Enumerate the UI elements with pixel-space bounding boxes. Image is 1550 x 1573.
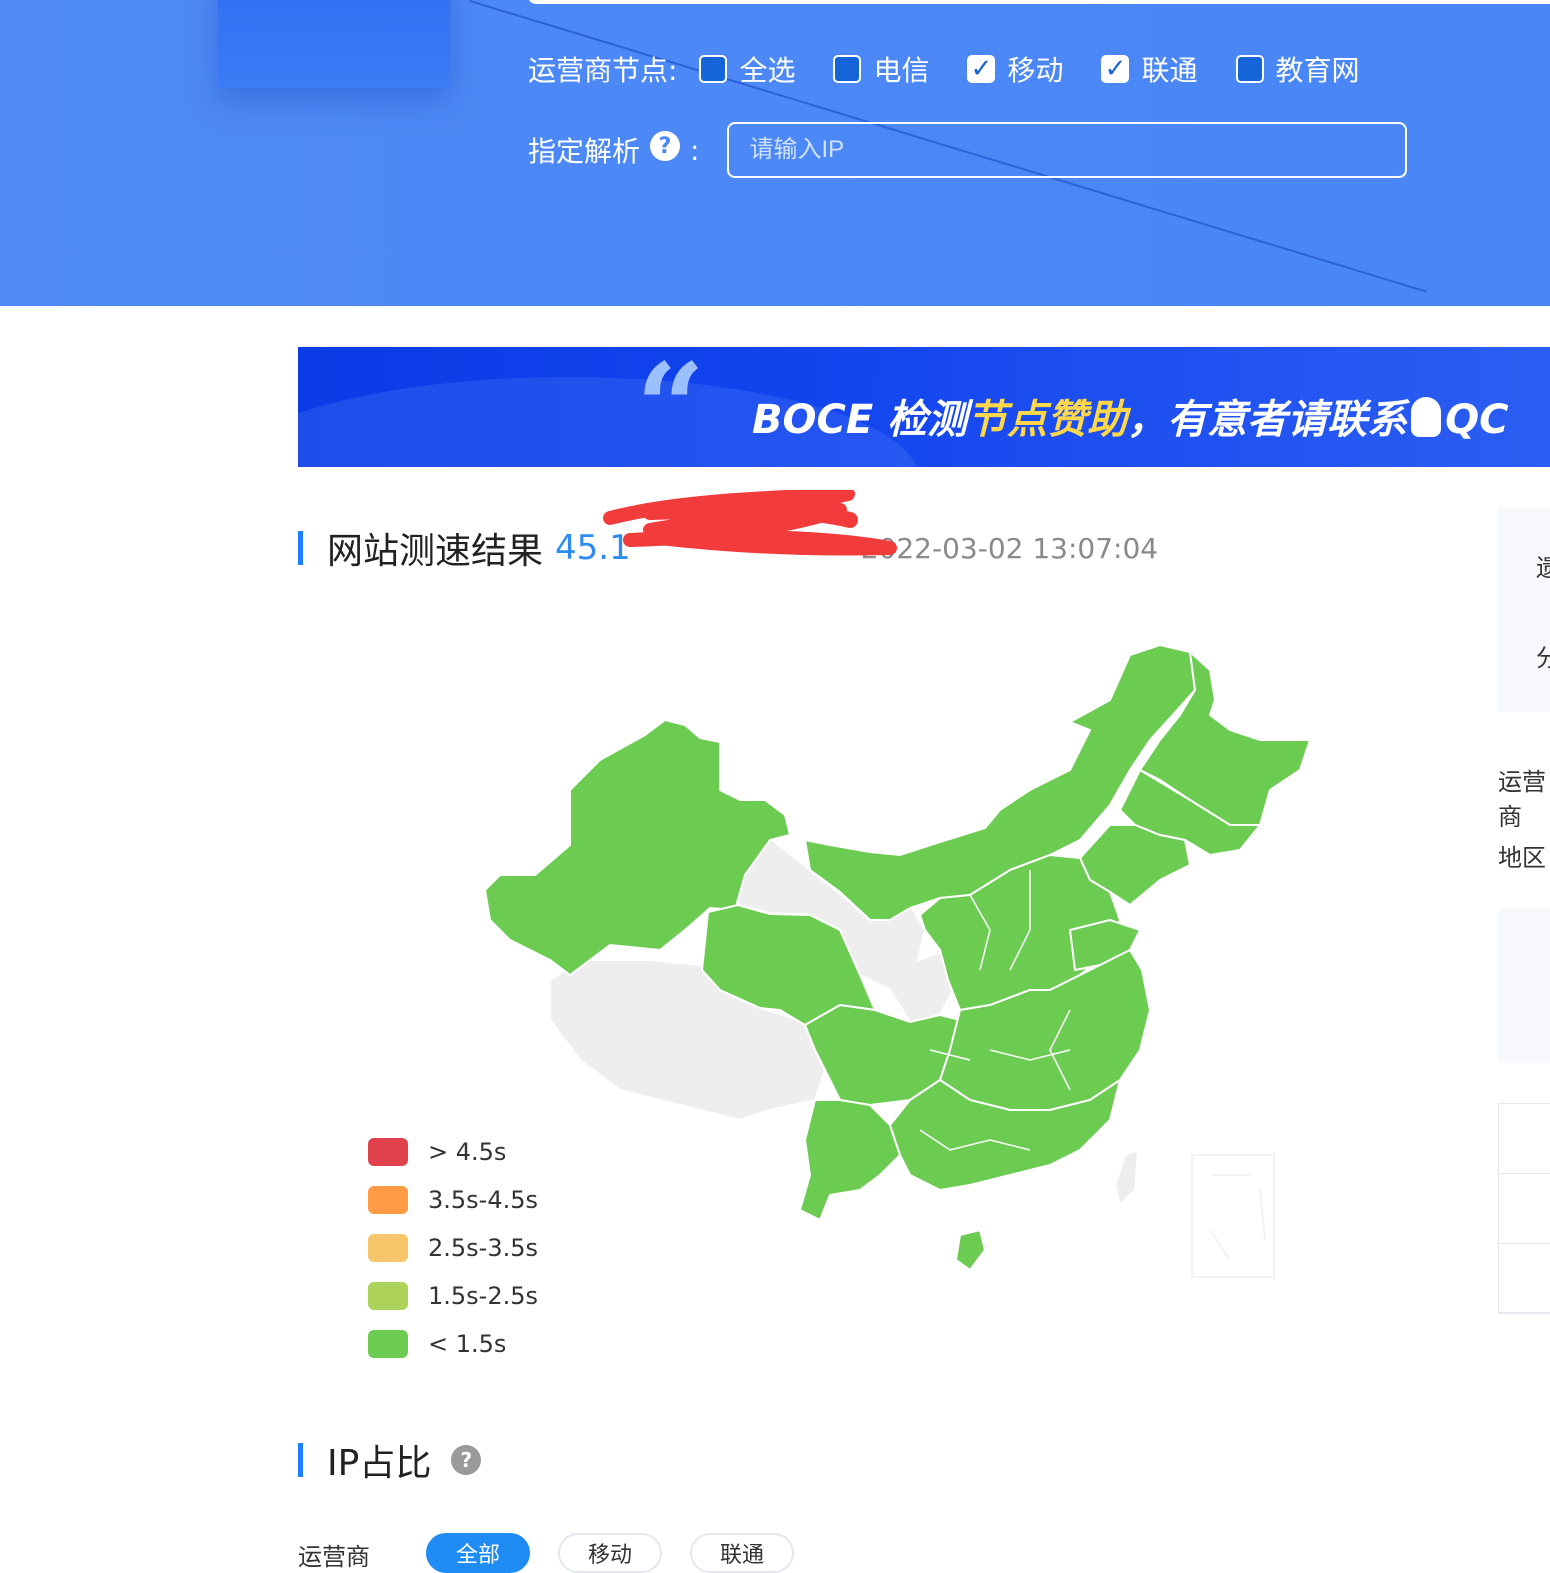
legend-swatch-yellow — [368, 1234, 408, 1262]
checkmark-icon: ✓ — [1104, 54, 1127, 84]
checkbox-education-net[interactable]: 教育网 — [1235, 49, 1360, 89]
specify-resolve-row: 指定解析 ? : — [528, 122, 1408, 178]
legend-item[interactable]: 2.5s-3.5s — [368, 1224, 538, 1272]
right-results-table — [1498, 1103, 1550, 1314]
page-title: 网站测速结果 — [327, 531, 544, 572]
right-stats-card — [1498, 909, 1550, 1063]
map-legend: > 4.5s 3.5s-4.5s 2.5s-3.5s 1.5s-2.5s < 1… — [368, 1128, 538, 1368]
checkbox-select-all[interactable]: 全选 — [699, 49, 795, 89]
result-timestamp: 2022-03-02 13:07:04 — [860, 531, 1159, 565]
title-accent-bar — [298, 531, 303, 565]
legend-item[interactable]: 1.5s-2.5s — [368, 1272, 538, 1320]
legend-label: 2.5s-3.5s — [428, 1234, 539, 1262]
checkbox-box-checked[interactable]: ✓ — [967, 54, 996, 84]
legend-label: 1.5s-2.5s — [428, 1282, 539, 1310]
right-summary-char-2: 分 — [1536, 644, 1550, 672]
ip-input[interactable] — [727, 122, 1408, 178]
legend-item[interactable]: 3.5s-4.5s — [368, 1176, 538, 1224]
legend-label: < 1.5s — [428, 1330, 507, 1358]
checkbox-label: 全选 — [739, 54, 796, 87]
checkbox-mobile[interactable]: ✓ 移动 — [967, 49, 1063, 89]
legend-label: > 4.5s — [428, 1138, 507, 1166]
checkmark-icon: ✓ — [970, 54, 993, 84]
checkbox-box[interactable] — [1235, 55, 1264, 83]
map-region-taiwan — [1113, 1148, 1140, 1207]
right-filter-carrier-label: 运营商 — [1498, 768, 1546, 831]
map-inset-islands — [1209, 1174, 1266, 1261]
checkbox-box-checked[interactable]: ✓ — [1101, 54, 1130, 84]
checkbox-unicom[interactable]: ✓ 联通 — [1101, 49, 1198, 89]
hero-panel: 运营商节点: 全选 电信 ✓ 移动 ✓ 联通 教育网 指定解析 ? : — [0, 0, 1550, 306]
checkbox-label: 移动 — [1007, 54, 1064, 87]
legend-swatch-green — [368, 1330, 408, 1358]
banner-text-highlight: 节点赞助 — [967, 397, 1128, 443]
checkbox-box[interactable] — [833, 55, 862, 83]
hero-cube-decoration — [218, 0, 450, 88]
legend-swatch-light-green — [368, 1282, 408, 1310]
legend-swatch-orange — [368, 1186, 408, 1214]
resolve-colon: : — [690, 133, 700, 167]
title-accent-bar — [298, 1443, 303, 1477]
ip-share-filter-label: 运营商 — [298, 1543, 370, 1571]
legend-item[interactable]: > 4.5s — [368, 1128, 538, 1176]
table-row[interactable] — [1499, 1174, 1550, 1244]
banner-text-tail: QC — [1445, 397, 1509, 443]
help-icon[interactable]: ? — [451, 1445, 482, 1475]
carrier-node-row: 运营商节点: 全选 电信 ✓ 移动 ✓ 联通 教育网 — [528, 48, 1398, 90]
specify-resolve-label: 指定解析 — [528, 135, 641, 168]
quote-mark-icon: “ — [636, 337, 705, 478]
checkbox-label: 教育网 — [1275, 54, 1360, 87]
right-summary-card — [1498, 507, 1550, 712]
red-scribble-redaction — [603, 490, 897, 556]
ip-share-filter: 运营商 全部 移动 联通 — [298, 1533, 822, 1573]
right-summary-char-1: 遗 — [1536, 554, 1550, 582]
china-speed-map[interactable] — [470, 630, 1330, 1290]
url-input-bottom-edge[interactable] — [528, 0, 1550, 4]
checkbox-label: 联通 — [1141, 54, 1198, 87]
banner-text-prefix: BOCE 检测 — [752, 397, 968, 443]
filter-tab-mobile[interactable]: 移动 — [558, 1533, 662, 1573]
map-region-hainan — [954, 1228, 987, 1272]
filter-tab-unicom[interactable]: 联通 — [690, 1533, 794, 1573]
banner-text: BOCE 检测节点赞助，有意者请联系 QC — [752, 387, 1508, 445]
qq-icon — [1411, 397, 1442, 437]
table-row[interactable] — [1499, 1244, 1550, 1314]
carrier-node-label: 运营商节点: — [528, 54, 678, 87]
checkbox-box[interactable] — [699, 55, 728, 83]
ip-share-section-title: IP占比 ? — [298, 1434, 482, 1486]
banner-text-suffix: ，有意者请联系 — [1127, 397, 1408, 443]
help-icon[interactable]: ? — [650, 131, 681, 161]
legend-label: 3.5s-4.5s — [428, 1186, 539, 1214]
table-row[interactable] — [1499, 1104, 1550, 1174]
ip-share-title: IP占比 — [327, 1443, 432, 1484]
filter-tab-all[interactable]: 全部 — [426, 1533, 530, 1573]
map-region-yunnan — [798, 1099, 902, 1222]
right-filter-region-label: 地区 — [1498, 844, 1546, 872]
checkbox-label: 电信 — [873, 54, 930, 87]
checkbox-telecom[interactable]: 电信 — [833, 49, 929, 89]
legend-swatch-red — [368, 1138, 408, 1166]
legend-item[interactable]: < 1.5s — [368, 1320, 538, 1368]
